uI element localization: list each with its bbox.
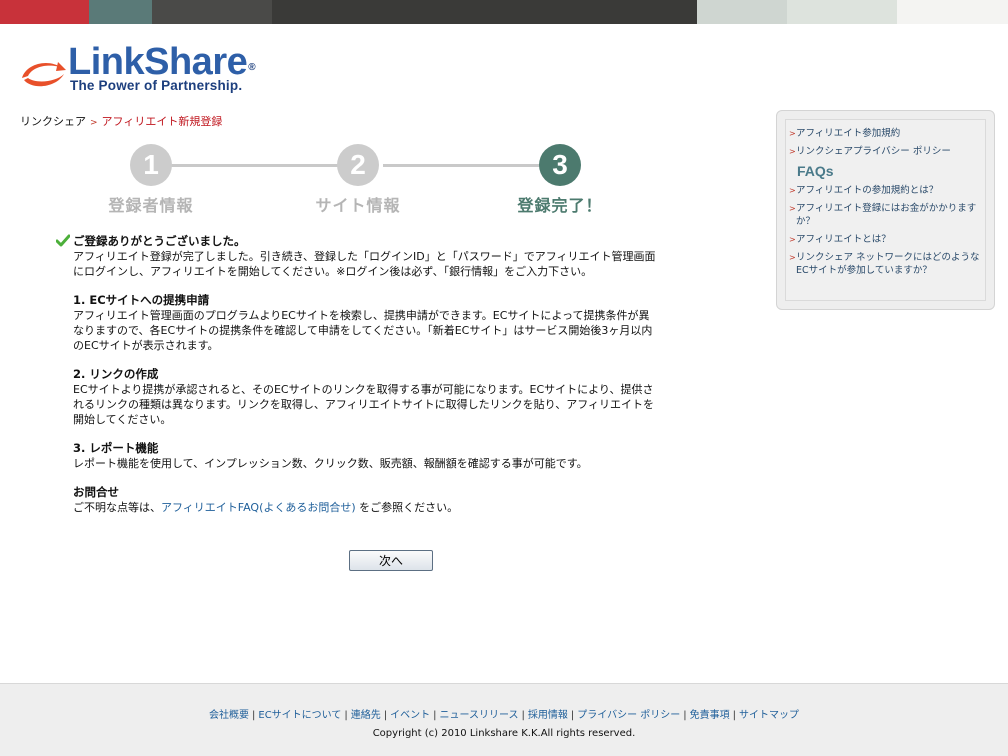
faq-link-what-is-affiliate[interactable]: > アフィリエイトとは？ xyxy=(789,233,981,246)
chevron-right-icon: > xyxy=(789,253,796,262)
footer-links: 会社概要 | ECサイトについて | 連絡先 | イベント | ニュースリリース | 採用情報 | プラ… xyxy=(0,706,1008,721)
faq-link-label: リンクシェア ネットワークにはどのようなECサイトが参加していますか？ xyxy=(796,252,980,276)
step-3-label: 登録完了！ xyxy=(517,196,603,215)
footer-separator: | xyxy=(521,710,525,721)
affiliate-faq-link[interactable]: アフィリエイトFAQ(よくあるお問合せ) xyxy=(161,501,356,514)
footer-link-ec-sites[interactable]: ECサイトについて xyxy=(258,710,341,721)
top-color-band xyxy=(0,0,1008,24)
registered-mark: ® xyxy=(248,62,256,73)
footer-separator: | xyxy=(570,710,575,721)
thanks-body: アフィリエイト登録が完了しました。引き続き、登録した「ログインID」と「パスワー… xyxy=(73,250,656,278)
step-1: 1 登録者情報 xyxy=(96,144,206,216)
footer-separator: | xyxy=(683,710,687,721)
sidebar-inner: > アフィリエイト参加規約 > リンクシェアプライバシー ポリシー FAQs > アフ… xyxy=(785,119,986,301)
page-footer: 会社概要 | ECサイトについて | 連絡先 | イベント | ニュースリリース | 採用情報 | プラ… xyxy=(0,683,1008,756)
footer-separator: | xyxy=(732,710,736,721)
registration-steps: 1 登録者情報 2 サイト情報 3 登録完了！ xyxy=(100,144,620,216)
section-body: アフィリエイト管理画面のプログラムよりECサイトを検索し、提携申請ができます。E… xyxy=(73,309,653,352)
band-segment xyxy=(89,0,152,24)
logo-tagline: The Power of Partnership. xyxy=(70,78,243,93)
step-2: 2 サイト情報 xyxy=(303,144,413,216)
step-3-number: 3 xyxy=(539,144,581,186)
chevron-right-icon: > xyxy=(789,186,796,195)
sidebar-link-privacy-policy[interactable]: > リンクシェアプライバシー ポリシー xyxy=(789,145,981,158)
band-segment xyxy=(697,0,787,24)
completion-content: ご登録ありがとうございました。 アフィリエイト登録が完了しました。引き続き、登録… xyxy=(56,234,656,515)
footer-link-careers[interactable]: 採用情報 xyxy=(528,710,568,721)
faq-link-label: アフィリエイトとは？ xyxy=(796,234,891,245)
footer-link-company[interactable]: 会社概要 xyxy=(209,710,249,721)
faq-link-label: アフィリエイト登録にはお金がかかりますか？ xyxy=(796,203,977,227)
chevron-right-icon: > xyxy=(789,129,796,138)
sidebar-link-label: アフィリエイト参加規約 xyxy=(796,128,901,139)
logo-wordmark: LinkShare® xyxy=(68,41,256,83)
footer-link-events[interactable]: イベント xyxy=(390,710,430,721)
chevron-right-icon: > xyxy=(789,235,796,244)
thanks-title: ご登録ありがとうございました。 xyxy=(73,234,246,248)
section-body: レポート機能を使用して、インプレッション数、クリック数、販売額、報酬額を確認する… xyxy=(73,457,588,470)
section-link-creation: 2. リンクの作成 ECサイトより提携が承認されると、そのECサイトのリンクを取… xyxy=(56,367,656,427)
section-title: 1. ECサイトへの提携申請 xyxy=(73,293,210,307)
section-body: ECサイトより提携が承認されると、そのECサイトのリンクを取得する事が可能になり… xyxy=(73,383,655,426)
linkshare-logo[interactable]: LinkShare® The Power of Partnership. xyxy=(18,42,278,98)
sidebar-link-label: リンクシェアプライバシー ポリシー xyxy=(796,146,951,157)
section-ec-application: 1. ECサイトへの提携申請 アフィリエイト管理画面のプログラムよりECサイトを… xyxy=(56,293,656,353)
faqs-heading: FAQs xyxy=(797,163,834,179)
checkmark-icon xyxy=(56,234,70,247)
breadcrumb: リンクシェア > アフィリエイト新規登録 xyxy=(20,115,222,130)
footer-separator: | xyxy=(383,710,388,721)
contact-prefix: ご不明な点等は、 xyxy=(73,501,161,514)
band-segment xyxy=(272,0,697,24)
faq-link-network-sites[interactable]: > リンクシェア ネットワークにはどのようなECサイトが参加していますか？ xyxy=(789,251,981,277)
logo-word-share: Share xyxy=(144,41,248,83)
footer-separator: | xyxy=(344,710,348,721)
footer-separator: | xyxy=(252,710,256,721)
band-segment xyxy=(0,0,89,24)
contact-suffix: をご参照ください。 xyxy=(355,501,459,514)
step-1-label: 登録者情報 xyxy=(108,196,194,215)
section-title: 3. レポート機能 xyxy=(73,441,159,455)
section-title: 2. リンクの作成 xyxy=(73,367,159,381)
faq-link-fees[interactable]: > アフィリエイト登録にはお金がかかりますか？ xyxy=(789,202,981,228)
footer-link-news[interactable]: ニュースリリース xyxy=(440,710,519,721)
next-button[interactable]: 次へ xyxy=(349,550,433,571)
chevron-right-icon: > xyxy=(789,204,796,213)
copyright: Copyright (c) 2010 Linkshare K.K.All rig… xyxy=(372,728,636,739)
section-contact: お問合せ ご不明な点等は、アフィリエイトFAQ(よくあるお問合せ) をご参照くだ… xyxy=(56,485,656,515)
breadcrumb-home[interactable]: リンクシェア xyxy=(20,115,86,128)
faq-link-label: アフィリエイトの参加規約とは？ xyxy=(796,185,939,196)
contact-title: お問合せ xyxy=(73,485,119,499)
footer-link-privacy[interactable]: プライバシー ポリシー xyxy=(577,710,680,721)
band-segment xyxy=(152,0,272,24)
thanks-heading: ご登録ありがとうございました。 xyxy=(56,234,656,249)
footer-link-disclaimer[interactable]: 免責事項 xyxy=(690,710,730,721)
section-report: 3. レポート機能 レポート機能を使用して、インプレッション数、クリック数、販売… xyxy=(56,441,656,471)
footer-link-sitemap[interactable]: サイトマップ xyxy=(739,710,799,721)
step-3: 3 登録完了！ xyxy=(505,144,615,216)
sidebar-panel: > アフィリエイト参加規約 > リンクシェアプライバシー ポリシー FAQs > アフ… xyxy=(776,110,995,310)
band-segment xyxy=(787,0,897,24)
step-2-number: 2 xyxy=(337,144,379,186)
chevron-right-icon: > xyxy=(90,118,98,128)
chevron-right-icon: > xyxy=(789,147,796,156)
swoosh-icon xyxy=(22,62,66,87)
footer-separator: | xyxy=(433,710,437,721)
step-1-number: 1 xyxy=(130,144,172,186)
band-segment xyxy=(897,0,1008,24)
logo-word-link: Link xyxy=(68,41,145,83)
breadcrumb-current: アフィリエイト新規登録 xyxy=(101,115,223,128)
contact-body: ご不明な点等は、アフィリエイトFAQ(よくあるお問合せ) をご参照ください。 xyxy=(73,500,656,515)
footer-link-contact[interactable]: 連絡先 xyxy=(351,710,381,721)
faq-link-terms[interactable]: > アフィリエイトの参加規約とは？ xyxy=(789,184,981,197)
step-2-label: サイト情報 xyxy=(315,196,401,215)
sidebar-link-affiliate-terms[interactable]: > アフィリエイト参加規約 xyxy=(789,127,981,140)
